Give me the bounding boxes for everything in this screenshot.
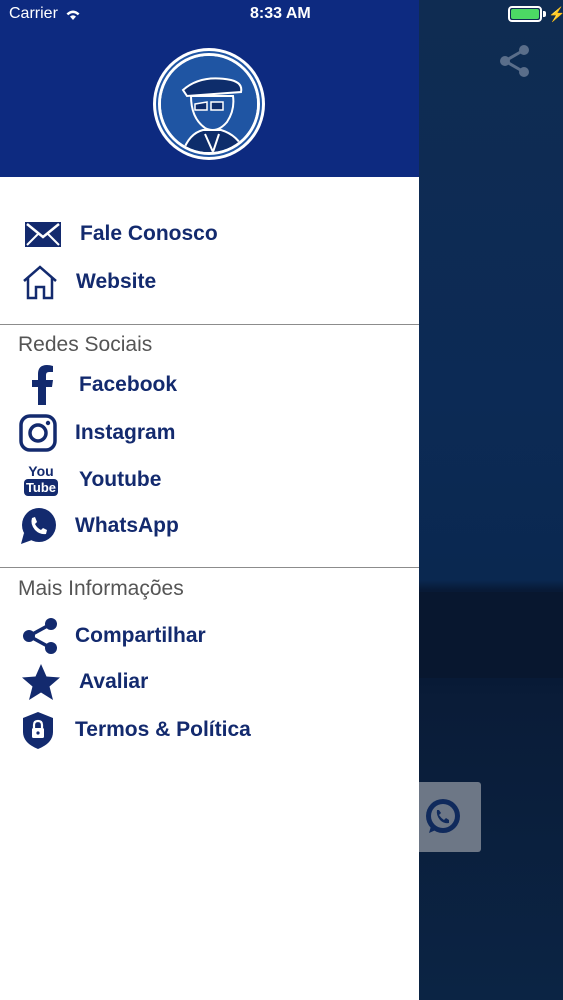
- menu-item-label: Avaliar: [79, 670, 149, 693]
- wifi-icon: [66, 10, 80, 20]
- menu-item-fale-conosco[interactable]: Fale Conosco: [0, 212, 419, 256]
- menu-item-termos-politica[interactable]: Termos & Política: [0, 708, 419, 752]
- battery-tip: [543, 11, 546, 17]
- charging-icon: ⚡: [548, 6, 563, 22]
- star-icon: [21, 662, 61, 702]
- divider: [0, 567, 419, 568]
- share-icon: [20, 616, 60, 656]
- status-bar: Carrier 8:33 AM ⚡: [0, 0, 563, 30]
- instagram-icon: [18, 413, 58, 453]
- menu-item-whatsapp[interactable]: WhatsApp: [0, 504, 419, 548]
- youtube-icon-text: Tube: [23, 479, 59, 496]
- section-title-redes-sociais: Redes Sociais: [18, 333, 153, 356]
- menu-item-youtube[interactable]: You Tube Youtube: [0, 458, 419, 502]
- app-logo: [153, 48, 265, 160]
- side-drawer: Fale Conosco Website Redes Sociais Faceb…: [0, 0, 419, 1000]
- menu-item-website[interactable]: Website: [0, 260, 419, 304]
- shield-lock-icon: [18, 710, 58, 750]
- menu-item-label: Termos & Política: [75, 718, 251, 741]
- home-icon: [20, 262, 60, 302]
- carrier-info: Carrier: [9, 5, 82, 23]
- menu-item-facebook[interactable]: Facebook: [0, 363, 419, 407]
- menu-item-label: Youtube: [79, 468, 162, 491]
- menu-item-compartilhar[interactable]: Compartilhar: [0, 614, 419, 658]
- share-icon[interactable]: [496, 42, 534, 80]
- carrier-label: Carrier: [9, 5, 58, 22]
- youtube-icon-text: You: [28, 463, 54, 479]
- youtube-icon: You Tube: [21, 460, 61, 500]
- battery-icon: [508, 6, 542, 22]
- menu-item-label: Fale Conosco: [80, 222, 218, 245]
- whatsapp-icon: [426, 799, 460, 833]
- section-title-mais-informacoes: Mais Informações: [18, 577, 184, 600]
- divider: [0, 324, 419, 325]
- clock: 8:33 AM: [250, 5, 311, 22]
- facebook-icon: [22, 365, 62, 405]
- menu-item-label: Compartilhar: [75, 624, 206, 647]
- whatsapp-icon: [18, 506, 58, 546]
- menu-item-label: Instagram: [75, 421, 176, 444]
- envelope-icon: [23, 214, 63, 254]
- menu-item-avaliar[interactable]: Avaliar: [0, 660, 419, 704]
- whatsapp-floating-button[interactable]: [410, 782, 481, 852]
- menu-item-label: Facebook: [79, 373, 178, 396]
- menu-item-label: Website: [76, 270, 157, 293]
- menu-item-instagram[interactable]: Instagram: [0, 411, 419, 455]
- menu-item-label: WhatsApp: [75, 514, 179, 537]
- background-band: [419, 592, 563, 678]
